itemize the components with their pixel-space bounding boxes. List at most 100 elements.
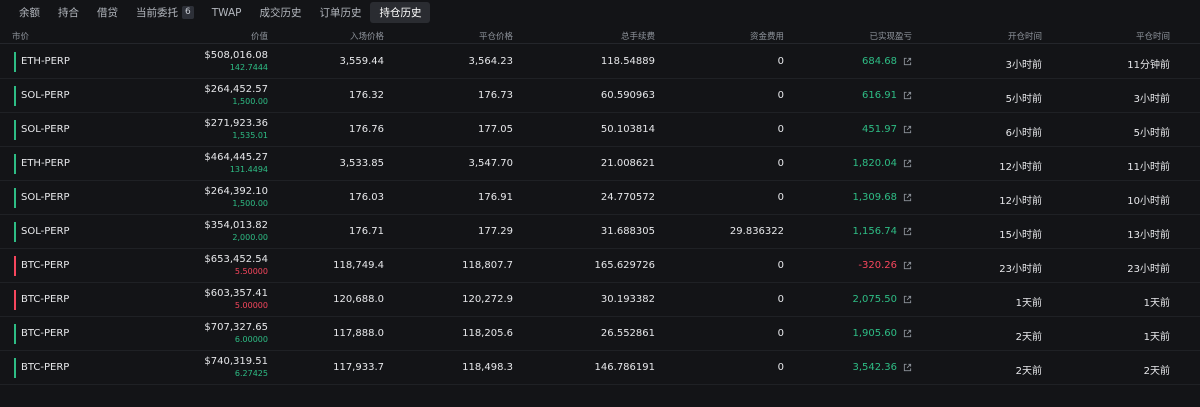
open-time: 2天前	[1015, 366, 1042, 377]
position-value: $271,923.36	[204, 118, 268, 129]
share-icon[interactable]	[903, 193, 912, 202]
share-icon[interactable]	[903, 125, 912, 134]
position-size: 1,500.00	[232, 199, 268, 208]
column-header-close-time[interactable]: 平仓时间	[1136, 30, 1170, 42]
column-header-value[interactable]: 价值	[251, 30, 268, 42]
entry-price: 3,559.44	[339, 56, 384, 67]
tab-5[interactable]: 成交历史	[250, 2, 310, 23]
share-icon[interactable]	[903, 227, 912, 236]
exit-price: 118,498.3	[462, 362, 513, 373]
realized-pnl: 2,075.50	[852, 294, 897, 305]
side-indicator	[14, 52, 16, 72]
share-icon[interactable]	[903, 159, 912, 168]
open-time: 23小时前	[999, 264, 1042, 275]
market-name[interactable]: BTC-PERP	[21, 328, 69, 339]
funding-fee: 29.836322	[729, 226, 784, 237]
tab-label: TWAP	[211, 6, 242, 19]
market-name[interactable]: ETH-PERP	[21, 158, 70, 169]
tab-0[interactable]: 余额	[10, 2, 49, 23]
position-value: $603,357.41	[204, 288, 268, 299]
side-indicator	[14, 86, 16, 106]
open-time: 3小时前	[1005, 60, 1042, 71]
market-name[interactable]: SOL-PERP	[21, 192, 70, 203]
table-row[interactable]: ETH-PERP $508,016.08 142.7444 3,559.44 3,564…	[0, 45, 1200, 79]
position-size: 5.00000	[234, 301, 268, 310]
open-time: 1天前	[1015, 298, 1042, 309]
tab-label: 余额	[19, 7, 40, 19]
realized-pnl: 1,905.60	[852, 328, 897, 339]
funding-fee: 0	[777, 90, 784, 101]
side-indicator	[14, 358, 16, 378]
funding-fee: 0	[777, 158, 784, 169]
position-size: 6.27425	[234, 369, 268, 378]
total-fee: 165.629726	[594, 260, 655, 271]
entry-price: 118,749.4	[333, 260, 384, 271]
position-value: $264,392.10	[204, 186, 268, 197]
tab-6[interactable]: 订单历史	[310, 2, 370, 23]
entry-price: 176.71	[349, 226, 384, 237]
funding-fee: 0	[777, 294, 784, 305]
exit-price: 177.05	[478, 124, 513, 135]
table-row[interactable]: BTC-PERP $653,452.54 5.50000 118,749.4 118,8…	[0, 249, 1200, 283]
funding-fee: 0	[777, 124, 784, 135]
position-value: $707,327.65	[204, 322, 268, 333]
exit-price: 3,547.70	[468, 158, 513, 169]
table-row[interactable]: ETH-PERP $464,445.27 131.4494 3,533.85 3,547…	[0, 147, 1200, 181]
tab-label: 持合	[58, 7, 79, 19]
position-value: $264,452.57	[204, 84, 268, 95]
position-size: 1,535.01	[232, 131, 268, 140]
column-header-pnl[interactable]: 已实现盈亏	[869, 30, 912, 42]
share-icon[interactable]	[903, 91, 912, 100]
position-size: 131.4494	[229, 165, 268, 174]
open-time: 15小时前	[999, 230, 1042, 241]
market-name[interactable]: ETH-PERP	[21, 56, 70, 67]
share-icon[interactable]	[903, 329, 912, 338]
close-time: 5小时前	[1133, 128, 1170, 139]
table-row[interactable]: SOL-PERP $264,452.57 1,500.00 176.32 176.73 6…	[0, 79, 1200, 113]
column-header-open-time[interactable]: 开仓时间	[1008, 30, 1042, 42]
realized-pnl: 616.91	[862, 90, 897, 101]
column-header-market[interactable]: 市价	[12, 30, 29, 42]
column-header-funding[interactable]: 资金费用	[750, 30, 784, 42]
share-icon[interactable]	[903, 295, 912, 304]
funding-fee: 0	[777, 328, 784, 339]
position-size: 142.7444	[229, 63, 268, 72]
tab-4[interactable]: TWAP	[203, 2, 251, 23]
table-row[interactable]: BTC-PERP $707,327.65 6.00000 117,888.0 118,2…	[0, 317, 1200, 351]
total-fee: 31.688305	[600, 226, 655, 237]
table-row[interactable]: BTC-PERP $740,319.51 6.27425 117,933.7 118,4…	[0, 351, 1200, 385]
market-name[interactable]: BTC-PERP	[21, 260, 69, 271]
share-icon[interactable]	[903, 261, 912, 270]
tab-3[interactable]: 当前委托 6	[127, 2, 203, 23]
realized-pnl: 684.68	[862, 56, 897, 67]
tab-2[interactable]: 借贷	[88, 2, 127, 23]
tab-label: 订单历史	[319, 7, 362, 19]
tab-label: 持仓历史	[379, 7, 422, 19]
tab-label: 当前委托	[136, 7, 178, 19]
tab-bar: 余额 持合 借贷 当前委托 6 TWAP 成交历史 订单历史 持仓历史	[10, 2, 431, 23]
share-icon[interactable]	[903, 363, 912, 372]
exit-price: 176.73	[478, 90, 513, 101]
market-name[interactable]: BTC-PERP	[21, 294, 69, 305]
market-name[interactable]: SOL-PERP	[21, 90, 70, 101]
total-fee: 60.590963	[600, 90, 655, 101]
market-name[interactable]: SOL-PERP	[21, 124, 70, 135]
table-header: 市价 价值 入场价格 平仓价格 总手续费 资金费用 已实现盈亏 开仓时间 平仓时…	[0, 28, 1200, 44]
open-time: 12小时前	[999, 196, 1042, 207]
tab-7[interactable]: 持仓历史	[370, 2, 431, 23]
market-name[interactable]: SOL-PERP	[21, 226, 70, 237]
share-icon[interactable]	[903, 57, 912, 66]
column-header-exit[interactable]: 平仓价格	[479, 30, 513, 42]
market-name[interactable]: BTC-PERP	[21, 362, 69, 373]
tab-1[interactable]: 持合	[49, 2, 88, 23]
position-value: $740,319.51	[204, 356, 268, 367]
table-row[interactable]: SOL-PERP $271,923.36 1,535.01 176.76 177.05 5…	[0, 113, 1200, 147]
side-indicator	[14, 256, 16, 276]
column-header-entry[interactable]: 入场价格	[350, 30, 384, 42]
table-row[interactable]: SOL-PERP $264,392.10 1,500.00 176.03 176.91 2…	[0, 181, 1200, 215]
table-row[interactable]: SOL-PERP $354,013.82 2,000.00 176.71 177.29 3…	[0, 215, 1200, 249]
side-indicator	[14, 154, 16, 174]
funding-fee: 0	[777, 192, 784, 203]
column-header-fee[interactable]: 总手续费	[621, 30, 655, 42]
table-row[interactable]: BTC-PERP $603,357.41 5.00000 120,688.0 120,2…	[0, 283, 1200, 317]
